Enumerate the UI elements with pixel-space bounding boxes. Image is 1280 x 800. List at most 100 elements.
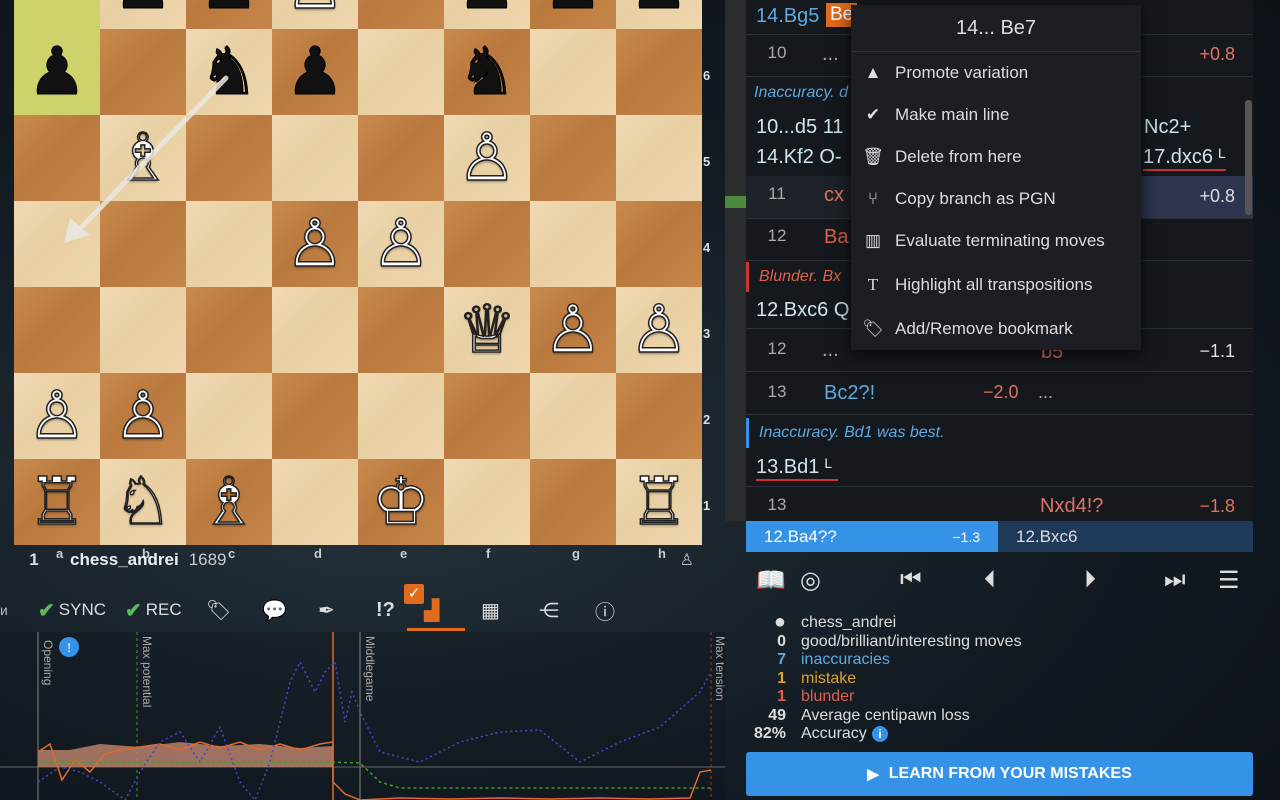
stat-row[interactable]: 1 blunder xyxy=(746,688,1253,706)
move-text[interactable]: Nxd4!? xyxy=(1040,495,1103,518)
square-e5[interactable] xyxy=(358,115,444,201)
move-text[interactable]: Bc2?! xyxy=(824,382,875,405)
square-h5[interactable] xyxy=(616,115,702,201)
white-pawn-piece[interactable]: ♙ xyxy=(629,287,690,373)
white-king-piece[interactable]: ♔ xyxy=(371,459,432,545)
variation-text[interactable]: 14.Bg5 xyxy=(756,5,819,28)
square-e7[interactable] xyxy=(358,0,444,29)
variation-text[interactable]: 10...d5 11 xyxy=(756,116,843,139)
square-a3[interactable] xyxy=(14,287,100,373)
square-d6[interactable]: ♟ xyxy=(272,29,358,115)
player-name[interactable]: chess_andrei xyxy=(70,550,179,570)
square-c6[interactable]: ♞ xyxy=(186,29,272,115)
menu-item-highlight-transpositions[interactable]: T Highlight all transpositions xyxy=(851,267,1141,303)
menu-item-make-main-line[interactable]: ✔ Make main line xyxy=(851,97,1141,133)
glyph-button[interactable]: !? xyxy=(376,599,395,622)
square-g7[interactable]: ♟ xyxy=(530,0,616,29)
target-icon[interactable]: ◎ xyxy=(800,566,821,595)
square-b3[interactable] xyxy=(100,287,186,373)
menu-edge-icon[interactable]: и xyxy=(0,602,8,618)
square-f7[interactable]: ♟ xyxy=(444,0,530,29)
book-icon[interactable]: 📖 xyxy=(756,566,786,595)
square-d4[interactable]: ♙ xyxy=(272,201,358,287)
current-move-cell[interactable]: 12.Ba4?? −1.3 xyxy=(746,521,998,552)
square-b4[interactable] xyxy=(100,201,186,287)
info-icon[interactable]: ⓘ xyxy=(595,596,615,625)
move-row[interactable]: 13 Bc2?! −2.0 ... xyxy=(746,370,1253,415)
black-pawn-piece[interactable]: ♟ xyxy=(543,0,603,29)
square-e2[interactable] xyxy=(358,373,444,459)
square-c3[interactable] xyxy=(186,287,272,373)
square-f1[interactable] xyxy=(444,459,530,545)
square-c4[interactable] xyxy=(186,201,272,287)
square-a5[interactable] xyxy=(14,115,100,201)
grid-icon[interactable]: ▦ xyxy=(481,598,500,623)
white-bishop-piece[interactable]: ♗ xyxy=(199,459,260,545)
square-f2[interactable] xyxy=(444,373,530,459)
square-d1[interactable] xyxy=(272,459,358,545)
square-f4[interactable] xyxy=(444,201,530,287)
selected-cell[interactable] xyxy=(1136,176,1253,218)
square-h6[interactable] xyxy=(616,29,702,115)
white-pawn-piece[interactable]: ♙ xyxy=(457,115,518,201)
white-queen-piece[interactable]: ♕ xyxy=(457,287,518,373)
square-f6[interactable]: ♞ xyxy=(444,29,530,115)
stat-row[interactable]: 7 inaccuracies xyxy=(746,651,1253,669)
move-text[interactable]: Ba xyxy=(824,226,848,249)
previous-move-icon[interactable]: ⏴ xyxy=(984,566,996,594)
square-a6[interactable]: ♟ xyxy=(14,29,100,115)
square-h1[interactable]: ♖ xyxy=(616,459,702,545)
variation-text[interactable]: 14.Kf2 O- xyxy=(756,146,842,169)
variation-text[interactable]: 17.dxc6 ᴸ xyxy=(1143,146,1226,171)
first-move-icon[interactable]: ⏮ xyxy=(900,566,922,594)
square-c2[interactable] xyxy=(186,373,272,459)
square-b2[interactable]: ♙ xyxy=(100,373,186,459)
square-a2[interactable]: ♙ xyxy=(14,373,100,459)
hamburger-menu-icon[interactable]: ☰ xyxy=(1218,566,1240,595)
square-h4[interactable] xyxy=(616,201,702,287)
square-h2[interactable] xyxy=(616,373,702,459)
tag-icon[interactable]: 🏷 xyxy=(206,598,231,623)
black-pawn-piece[interactable]: ♟ xyxy=(629,0,689,29)
menu-item-evaluate-terminating[interactable]: ▥ Evaluate terminating moves xyxy=(851,223,1141,259)
square-a4[interactable] xyxy=(14,201,100,287)
square-b7[interactable]: ♟ xyxy=(100,0,186,29)
move-list-scrollbar[interactable] xyxy=(1245,100,1252,215)
black-pawn-piece[interactable]: ♟ xyxy=(457,0,517,29)
menu-item-bookmark[interactable]: 🏷 Add/Remove bookmark xyxy=(851,311,1141,347)
bar-chart-icon[interactable]: ▟ xyxy=(424,598,439,623)
sync-toggle[interactable]: ✔ SYNC xyxy=(38,598,106,623)
black-pawn-piece[interactable]: ♟ xyxy=(285,29,345,115)
variation-text[interactable]: Nc2+ xyxy=(1144,116,1191,139)
feather-icon[interactable]: ✒ xyxy=(318,598,335,623)
white-pawn-piece[interactable]: ♙ xyxy=(113,373,174,459)
square-e1[interactable]: ♔ xyxy=(358,459,444,545)
square-h7[interactable]: ♟ xyxy=(616,0,702,29)
square-g5[interactable] xyxy=(530,115,616,201)
chess-board[interactable]: ♟ ♟ ♙ ♟ ♟ ♟ ♟ ♞ ♟ ♞ ♗ ♙ ♙ ♙ ♕ ♙ ♙ ♙ ♙ ♖ … xyxy=(14,0,702,631)
square-g3[interactable]: ♙ xyxy=(530,287,616,373)
evaluation-chart[interactable]: ! Opening Max potential Middlegame Max t… xyxy=(0,632,725,800)
move-row[interactable]: 13 Nxd4!? −1.8 xyxy=(746,486,1253,521)
learn-from-mistakes-button[interactable]: ▶ LEARN FROM YOUR MISTAKES xyxy=(746,752,1253,796)
menu-item-promote-variation[interactable]: ▲ Promote variation xyxy=(851,55,1141,91)
comment-icon[interactable]: 💬 xyxy=(262,598,287,623)
square-d2[interactable] xyxy=(272,373,358,459)
white-pawn-piece[interactable]: ♙ xyxy=(285,0,346,29)
square-g4[interactable] xyxy=(530,201,616,287)
square-g1[interactable] xyxy=(530,459,616,545)
info-icon[interactable]: i xyxy=(872,726,888,742)
next-move-icon[interactable]: ⏵ xyxy=(1084,566,1096,594)
last-move-icon[interactable]: ⏭ xyxy=(1164,566,1186,594)
white-rook-piece[interactable]: ♖ xyxy=(629,459,690,545)
square-h3[interactable]: ♙ xyxy=(616,287,702,373)
black-pawn-piece[interactable]: ♟ xyxy=(113,0,173,29)
square-b1[interactable]: ♘ xyxy=(100,459,186,545)
black-knight-piece[interactable]: ♞ xyxy=(457,29,517,115)
stat-label[interactable]: chess_andrei xyxy=(801,614,896,632)
menu-item-delete-from-here[interactable]: 🗑 Delete from here xyxy=(851,139,1141,175)
black-knight-piece[interactable]: ♞ xyxy=(199,29,259,115)
white-pawn-piece[interactable]: ♙ xyxy=(371,201,432,287)
square-g2[interactable] xyxy=(530,373,616,459)
square-e3[interactable] xyxy=(358,287,444,373)
